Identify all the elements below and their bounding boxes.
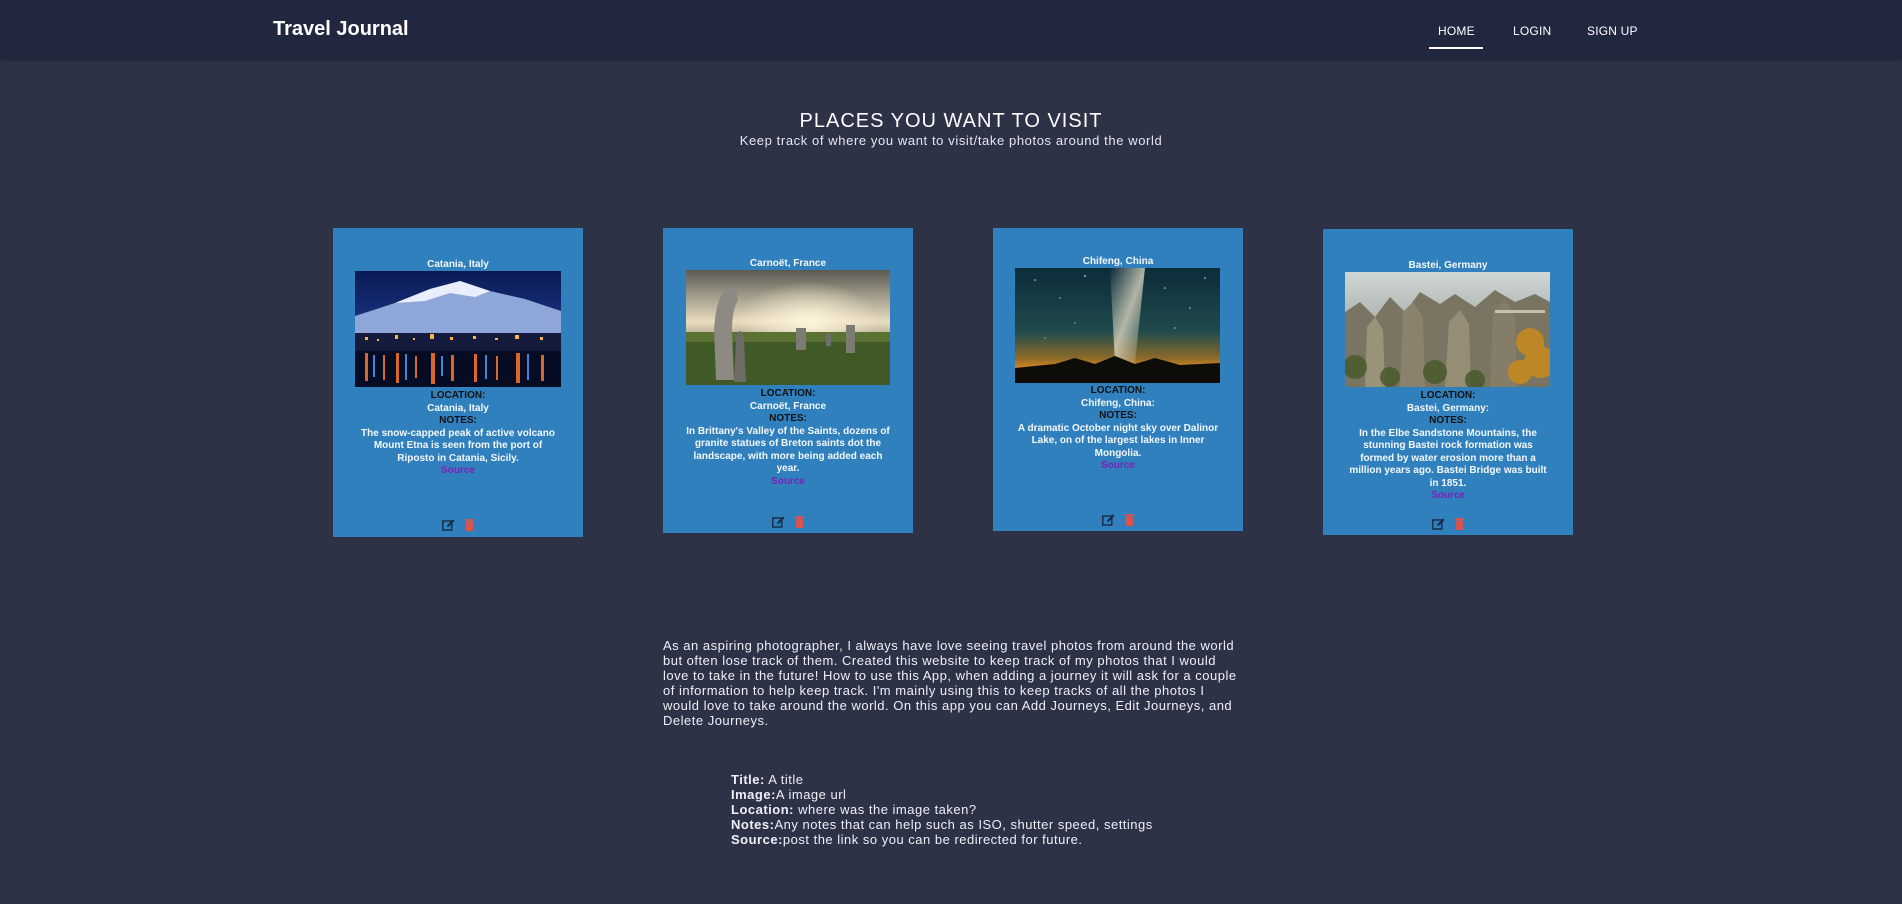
journey-card: Carnoët, France LOCATION: Carnoët, Franc…	[663, 228, 913, 533]
notes-label: NOTES:	[1429, 415, 1467, 426]
about-paragraph: As an aspiring photographer, I always ha…	[663, 638, 1237, 728]
journey-photo	[355, 271, 561, 387]
card-details: LOCATION: Carnoët, France NOTES: In Brit…	[685, 388, 891, 488]
instruction-text: Any notes that can help such as ISO, shu…	[774, 817, 1153, 832]
card-actions	[663, 515, 913, 533]
notes-label: NOTES:	[1099, 410, 1137, 421]
edit-icon[interactable]	[1431, 517, 1445, 535]
location-label: LOCATION:	[760, 388, 816, 399]
location-value: Bastei, Germany:	[1406, 402, 1490, 414]
nav-signup[interactable]: SIGN UP	[1587, 24, 1638, 38]
trash-icon[interactable]	[1455, 517, 1465, 535]
instruction-key: Notes:	[731, 817, 775, 832]
card-title: Bastei, Germany	[1408, 260, 1488, 271]
instruction-text: post the link so you can be redirected f…	[782, 832, 1083, 847]
instruction-text: A image url	[775, 787, 847, 802]
instruction-key: Image:	[731, 787, 776, 802]
notes-label: NOTES:	[769, 413, 807, 424]
journey-card: Catania, Italy LOCATION: Catania, Italy …	[333, 228, 583, 537]
page-title: PLACES YOU WANT TO VISIT	[799, 110, 1103, 132]
instruction-row: Notes:Any notes that can help such as IS…	[731, 817, 1291, 832]
card-title: Catania, Italy	[427, 259, 489, 270]
card-details: LOCATION: Chifeng, China: NOTES: A drama…	[1015, 385, 1221, 473]
instruction-key: Title:	[731, 772, 765, 787]
instruction-text: where was the image taken?	[794, 802, 977, 817]
instruction-row: Location: where was the image taken?	[731, 802, 1291, 817]
location-value: Catania, Italy	[427, 402, 489, 414]
edit-icon[interactable]	[441, 518, 455, 536]
instruction-row: Title: A title	[731, 772, 1291, 787]
source-link[interactable]: Source	[1345, 490, 1551, 503]
page-subtitle: Keep track of where you want to visit/ta…	[739, 133, 1163, 148]
nav-active-indicator	[1429, 47, 1483, 49]
edit-icon[interactable]	[771, 515, 785, 533]
location-label: LOCATION:	[430, 390, 486, 401]
trash-icon[interactable]	[465, 518, 475, 536]
edit-icon[interactable]	[1101, 513, 1115, 531]
card-actions	[333, 518, 583, 536]
journey-photo	[1015, 268, 1220, 383]
card-title: Carnoët, France	[749, 258, 827, 269]
source-link[interactable]: Source	[685, 476, 891, 489]
card-details: LOCATION: Bastei, Germany: NOTES: In the…	[1345, 390, 1551, 503]
location-label: LOCATION:	[1090, 385, 1146, 396]
journey-photo	[686, 270, 890, 385]
location-value: Chifeng, China:	[1081, 397, 1155, 409]
field-instructions: Title: A title Image:A image url Locatio…	[731, 772, 1291, 847]
card-title: Chifeng, China	[1082, 256, 1154, 267]
top-navbar: Travel Journal HOME LOGIN SIGN UP	[0, 0, 1902, 59]
journey-photo	[1345, 272, 1550, 387]
location-label: LOCATION:	[1420, 390, 1476, 401]
notes-label: NOTES:	[439, 415, 477, 426]
notes-value: In Brittany's Valley of the Saints, doze…	[686, 425, 890, 475]
instruction-row: Image:A image url	[731, 787, 1291, 802]
trash-icon[interactable]	[795, 515, 805, 533]
journey-card: Bastei, Germany LOCATION: Bastei, German…	[1323, 229, 1573, 535]
location-value: Carnoët, France	[749, 400, 827, 412]
notes-value: The snow-capped peak of active volcano M…	[361, 427, 555, 464]
notes-value: In the Elbe Sandstone Mountains, the stu…	[1349, 427, 1547, 489]
source-link[interactable]: Source	[1015, 460, 1221, 473]
nav-home[interactable]: HOME	[1438, 24, 1475, 38]
trash-icon[interactable]	[1125, 513, 1135, 531]
instruction-text: A title	[764, 772, 804, 787]
card-details: LOCATION: Catania, Italy NOTES: The snow…	[355, 390, 561, 478]
nav-login[interactable]: LOGIN	[1513, 24, 1551, 38]
instruction-key: Source:	[731, 832, 783, 847]
instruction-key: Location:	[731, 802, 794, 817]
card-actions	[993, 513, 1243, 531]
brand-logo[interactable]: Travel Journal	[273, 18, 409, 41]
card-actions	[1323, 517, 1573, 535]
journey-card: Chifeng, China LOCATION: Chifeng, China:…	[993, 228, 1243, 531]
instruction-row: Source:post the link so you can be redir…	[731, 832, 1291, 847]
notes-value: A dramatic October night sky over Dalino…	[1017, 422, 1219, 459]
source-link[interactable]: Source	[355, 465, 561, 478]
